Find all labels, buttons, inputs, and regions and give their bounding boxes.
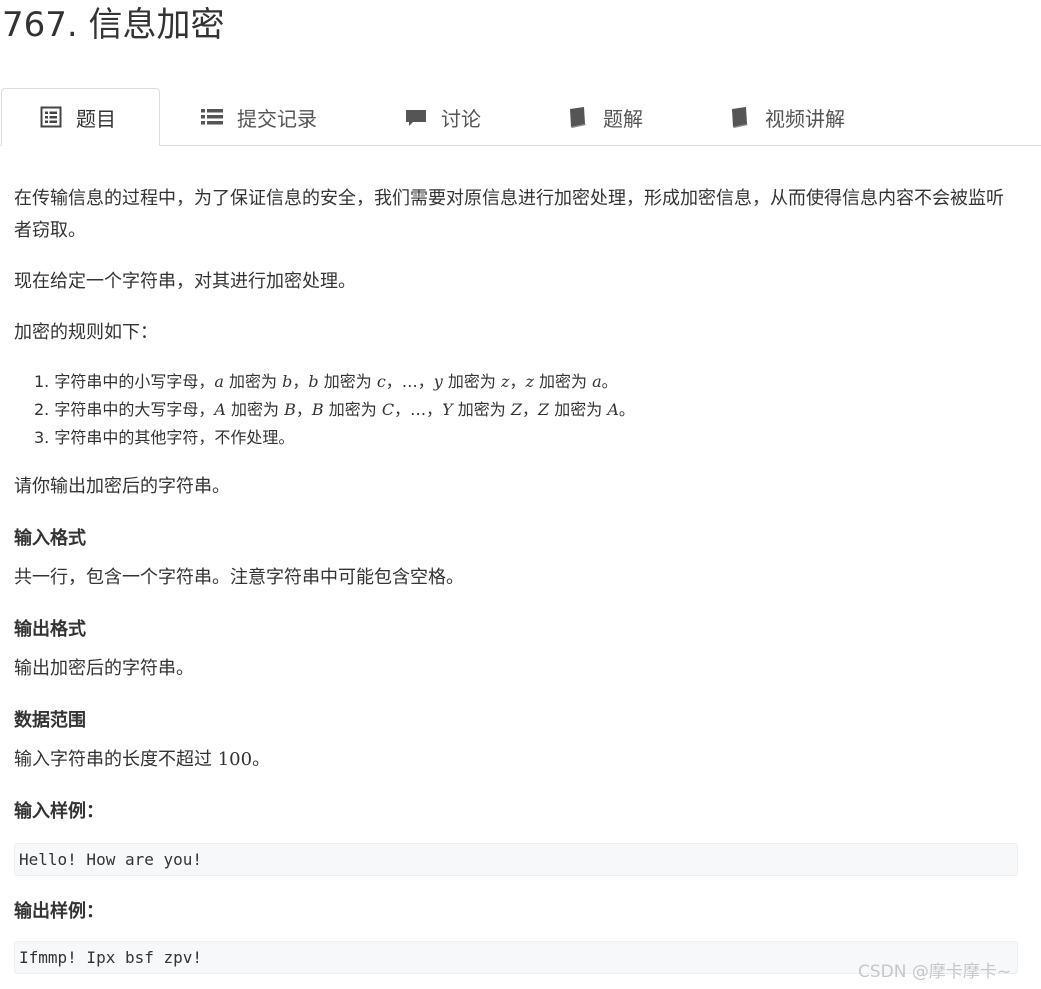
list-icon bbox=[201, 106, 223, 128]
input-format-heading: 输入格式 bbox=[14, 528, 86, 549]
list-item: 3. 字符串中的其他字符，不作处理。 bbox=[34, 428, 295, 447]
list-alt-icon bbox=[40, 106, 62, 128]
sample-output-heading: 输出样例： bbox=[14, 901, 104, 922]
tab-problem[interactable]: 题目 bbox=[1, 88, 160, 146]
description-paragraph: 在传输信息的过程中，为了保证信息的安全，我们需要对原信息进行加密处理，形成加密信… bbox=[14, 188, 1004, 241]
tab-label: 题解 bbox=[603, 106, 643, 131]
tab-label: 提交记录 bbox=[237, 106, 317, 131]
description-paragraph: 请你输出加密后的字符串。 bbox=[14, 476, 230, 497]
rules-intro: 加密的规则如下： bbox=[14, 322, 158, 343]
tab-submissions[interactable]: 提交记录 bbox=[201, 88, 317, 146]
book-icon bbox=[729, 106, 751, 128]
tab-label: 视频讲解 bbox=[765, 106, 845, 131]
tab-discussion[interactable]: 讨论 bbox=[405, 88, 481, 146]
tab-video-solutions[interactable]: 视频讲解 bbox=[729, 88, 845, 146]
tab-label: 讨论 bbox=[441, 106, 481, 131]
tab-solutions[interactable]: 题解 bbox=[567, 88, 643, 146]
tab-label: 题目 bbox=[76, 106, 116, 131]
description-paragraph: 现在给定一个字符串，对其进行加密处理。 bbox=[14, 271, 356, 292]
data-range-text: 输入字符串的长度不超过 100。 bbox=[14, 749, 271, 770]
sample-input-heading: 输入样例： bbox=[14, 801, 104, 822]
output-format-heading: 输出格式 bbox=[14, 619, 86, 640]
list-item: 1. 字符串中的小写字母，a 加密为 b，b 加密为 c，…，y 加密为 z，z… bbox=[34, 372, 618, 391]
data-range-heading: 数据范围 bbox=[14, 710, 86, 731]
page-title: 767. 信息加密 bbox=[2, 5, 225, 45]
comment-icon bbox=[405, 106, 427, 128]
list-item: 2. 字符串中的大写字母，A 加密为 B，B 加密为 C，…，Y 加密为 Z，Z… bbox=[34, 400, 635, 419]
tab-bar: 题目 提交记录 讨论 题解 视频讲解 bbox=[0, 88, 1041, 146]
rules-list: 1. 字符串中的小写字母，a 加密为 b，b 加密为 c，…，y 加密为 z，z… bbox=[34, 368, 635, 452]
book-icon bbox=[567, 106, 589, 128]
sample-input-code: Hello! How are you! bbox=[14, 843, 1018, 876]
watermark: CSDN @摩卡摩卡~ bbox=[858, 962, 1012, 982]
input-format-text: 共一行，包含一个字符串。注意字符串中可能包含空格。 bbox=[14, 567, 464, 588]
output-format-text: 输出加密后的字符串。 bbox=[14, 658, 194, 679]
